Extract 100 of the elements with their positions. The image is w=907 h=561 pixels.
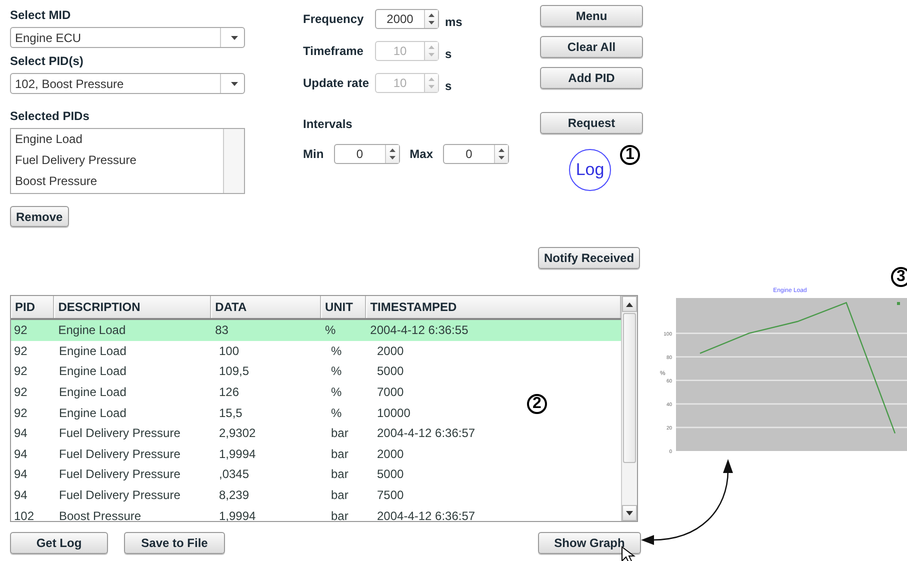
table-row[interactable]: 92 Engine Load 109,5 % 5000 [11, 361, 516, 382]
field-label: Select MID [10, 8, 72, 22]
unit-label: ms [445, 15, 462, 29]
table-cell-text: % [330, 344, 343, 358]
dropdown-arrow-icon[interactable] [231, 82, 238, 86]
table-cell-text: 83 [214, 323, 230, 338]
table-row[interactable]: 94 Fuel Delivery Pressure 1,9994 bar 2000 [11, 444, 516, 464]
selected-row[interactable]: 92 Engine Load 83 % 2004-4-12 6:36:55 [11, 320, 621, 341]
table-cell-text: % [330, 364, 343, 378]
table-cell-text: 2004-4-12 6:36:55 [369, 323, 470, 338]
table-cell-text: % [330, 406, 343, 420]
spinner-arrows-icon[interactable] [428, 12, 435, 26]
column-header[interactable]: UNIT [320, 296, 366, 318]
field-label: Timeframe [303, 44, 364, 58]
spinner-field[interactable]: 2000 [375, 9, 439, 29]
spinner-field[interactable]: 0 [443, 144, 510, 164]
table-cell-text: Engine Load [58, 364, 128, 378]
list-item[interactable]: Engine Load [15, 131, 219, 148]
table-row[interactable]: 92 Engine Load 100 % 2000 [11, 340, 516, 362]
table-row[interactable]: 102 Boost Pressure 1,9994 bar 2004-4-12 6:36:57 [11, 505, 516, 521]
action-button[interactable]: Save to File [124, 532, 225, 554]
scrollbar[interactable] [223, 129, 244, 193]
action-button[interactable]: Add PID [540, 67, 643, 89]
table-cell-text: 8,239 [218, 488, 250, 502]
spinner-arrows-icon[interactable] [498, 147, 506, 161]
table-cell-text: 92 [13, 344, 28, 358]
column-header[interactable]: DATA [211, 296, 321, 318]
table-cell-text: 100 [218, 344, 240, 358]
table-cell-text: Fuel Delivery Pressure [58, 467, 182, 482]
list-item[interactable]: Boost Pressure [15, 173, 219, 190]
notify-received-button[interactable]: Notify Received [538, 247, 640, 269]
dropdown[interactable]: 102, Boost Pressure [10, 73, 245, 94]
table-cell-text: bar [330, 446, 350, 461]
table-row[interactable]: 92 Engine Load 15,5 % 10000 [11, 402, 516, 423]
table-cell-text: 102 [13, 508, 36, 521]
table-cell-text: 7000 [376, 385, 405, 400]
column-header[interactable]: DESCRIPTION [54, 296, 212, 318]
table-cell-text: % [324, 323, 337, 338]
unit-label: s [445, 47, 452, 61]
table-cell-text: 15,5 [218, 406, 244, 420]
remove-button[interactable]: Remove [10, 206, 69, 227]
request-button[interactable]: Request [540, 112, 643, 134]
table-cell-text: 94 [13, 426, 28, 440]
table-row[interactable]: 94 Fuel Delivery Pressure 2,9302 bar 2004-4-12 6:36:57 [11, 422, 516, 444]
table-cell-text: 92 [13, 323, 28, 338]
field-label: Selected PIDs [10, 109, 90, 123]
legend-swatch-icon [897, 302, 900, 305]
callout-number: 3 [891, 267, 907, 287]
table-cell-text: 1,9994 [218, 446, 257, 461]
table-cell-text: 7500 [376, 488, 405, 502]
table-cell-text: 5000 [376, 364, 405, 378]
table-cell-text: 1,9994 [218, 508, 257, 521]
action-button[interactable]: Clear All [540, 36, 643, 58]
table-cell-text: bar [330, 426, 350, 440]
scroll-up-icon[interactable] [626, 302, 633, 306]
table-cell-text: bar [330, 467, 350, 482]
table-cell-text: ,0345 [218, 467, 250, 482]
unit-label: s [445, 79, 452, 93]
table-cell-text: 2000 [376, 344, 405, 358]
table-cell-text: Fuel Delivery Pressure [58, 426, 182, 440]
dropdown[interactable]: Engine ECU [10, 27, 245, 48]
table-cell-text: % [330, 385, 343, 400]
table-row[interactable]: 94 Fuel Delivery Pressure ,0345 bar 5000 [11, 464, 516, 485]
table-cell-text: 2000 [376, 446, 405, 461]
log-badge[interactable]: Log [569, 149, 611, 191]
table-cell-text: bar [330, 508, 350, 521]
table-cell-text: 92 [13, 385, 28, 400]
spinner-field[interactable]: 0 [334, 144, 400, 164]
table-cell-text: Boost Pressure [58, 508, 142, 521]
table-cell-text: 92 [13, 364, 28, 378]
show-graph-button[interactable]: Show Graph [538, 532, 641, 554]
field-label: Select PID(s) [10, 54, 84, 68]
table-cell-text: 126 [218, 385, 240, 400]
field-label: Frequency [303, 12, 365, 26]
table-row[interactable]: 92 Engine Load 126 % 7000 [11, 382, 516, 402]
table-cell-text: 2004-4-12 6:36:57 [376, 508, 476, 521]
scroll-down-icon[interactable] [626, 510, 633, 516]
table-row[interactable]: 94 Fuel Delivery Pressure 8,239 bar 7500 [11, 484, 516, 506]
action-button[interactable]: Get Log [10, 532, 108, 554]
column-header[interactable]: PID [11, 296, 54, 318]
selected-pids-list[interactable]: Engine Load Fuel Delivery Pressure Boost Pressure [10, 128, 245, 194]
table-cell-text: bar [330, 488, 350, 502]
table-cell-text: Fuel Delivery Pressure [58, 488, 182, 502]
table-cell-text: 5000 [376, 467, 405, 482]
spinner-arrows-icon[interactable] [388, 147, 396, 161]
dropdown-arrow-icon[interactable] [231, 36, 238, 40]
table-cell-text: 109,5 [218, 364, 250, 378]
table-cell-text: 2004-4-12 6:36:57 [376, 426, 476, 440]
field-label: Min [303, 147, 324, 161]
action-button[interactable]: Menu [540, 5, 643, 27]
table-cell-text: Engine Load [58, 385, 128, 400]
table-cell-text: Engine Load [58, 344, 128, 358]
table-cell-text: 92 [13, 406, 28, 420]
table-cell-text: Fuel Delivery Pressure [58, 446, 182, 461]
table-cell-text: 2,9302 [218, 426, 257, 440]
scrollbar[interactable] [621, 296, 637, 521]
field-label: Max [410, 147, 434, 161]
table-cell-text: 94 [13, 467, 28, 482]
table-cell-text: Engine Load [57, 323, 127, 338]
list-item[interactable]: Fuel Delivery Pressure [15, 152, 219, 169]
